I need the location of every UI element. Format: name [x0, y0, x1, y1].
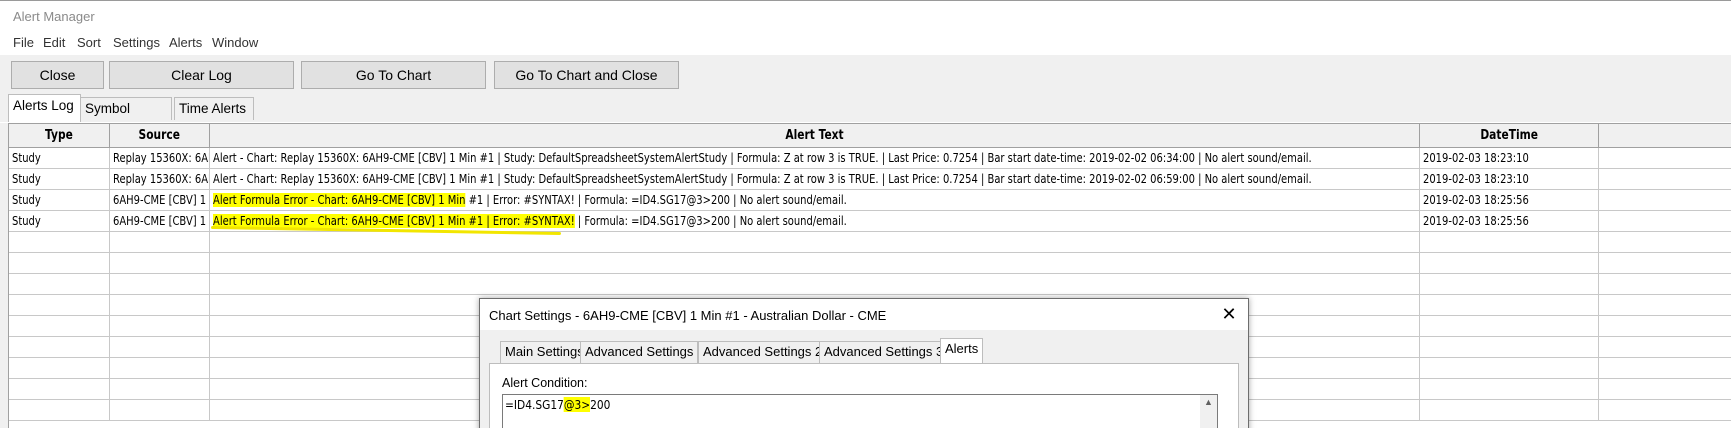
cell-datetime: 2019-02-03 18:23:10	[1420, 148, 1599, 169]
cell-alert-text: Alert - Chart: Replay 15360X: 6AH9-CME […	[210, 169, 1420, 190]
dialog-titlebar: Chart Settings - 6AH9-CME [CBV] 1 Min #1…	[480, 299, 1248, 330]
cell-source: 6AH9-CME [CBV] 1 Min #1	[110, 211, 210, 232]
toolbar: Close Clear Log Go To Chart Go To Chart …	[0, 55, 1731, 91]
close-button[interactable]: Close	[11, 61, 104, 89]
cell-empty	[1599, 211, 1731, 232]
menu-alerts[interactable]: Alerts	[167, 35, 204, 50]
cell-source: Replay 15360X: 6AH9-CME [CBV] 1 Min #1	[110, 169, 210, 190]
cell-source: 6AH9-CME [CBV] 1 Min #1	[110, 190, 210, 211]
alert-condition-input[interactable]: =ID4.SG17@3>200 ▲	[502, 394, 1218, 428]
alert-condition-prefix: =ID4.SG17	[505, 397, 564, 412]
alert-text: Alert - Chart: Replay 15360X: 6AH9-CME […	[213, 172, 1312, 186]
go-to-chart-button[interactable]: Go To Chart	[301, 61, 486, 89]
cell-datetime: 2019-02-03 18:23:10	[1420, 169, 1599, 190]
column-header-empty	[1599, 124, 1731, 148]
alert-text: #1 | Error: #SYNTAX! | Formula: =ID4.SG1…	[465, 193, 847, 207]
tab-alerts-log[interactable]: Alerts Log	[8, 94, 81, 122]
dialog-title: Chart Settings - 6AH9-CME [CBV] 1 Min #1…	[489, 308, 887, 323]
menu-sort[interactable]: Sort	[75, 35, 103, 50]
cell-empty	[1599, 190, 1731, 211]
cell-type: Study	[9, 211, 110, 232]
menu-window[interactable]: Window	[210, 35, 260, 50]
alert-condition-label: Alert Condition:	[502, 376, 588, 390]
table-row[interactable]: Study 6AH9-CME [CBV] 1 Min #1 Alert Form…	[9, 190, 1731, 211]
alert-text-highlighted: Alert Formula Error - Chart: 6AH9-CME [C…	[213, 193, 466, 207]
menu-settings[interactable]: Settings	[111, 35, 162, 50]
window-title: Alert Manager	[13, 9, 95, 24]
alert-text-highlighted: Alert Formula Error - Chart: 6AH9-CME [C…	[213, 214, 575, 228]
tab-symbol-alerts[interactable]: Symbol Alerts	[80, 97, 172, 137]
table-row-empty	[9, 232, 1731, 253]
window-top-border	[0, 0, 1731, 1]
tab-advanced-settings-3[interactable]: Advanced Settings 3	[819, 341, 949, 363]
tab-advanced-settings-2[interactable]: Advanced Settings 2	[698, 341, 828, 363]
alert-condition-suffix: 200	[590, 397, 611, 412]
chart-settings-dialog: Chart Settings - 6AH9-CME [CBV] 1 Min #1…	[479, 298, 1249, 428]
table-row-empty	[9, 253, 1731, 274]
scroll-up-icon[interactable]: ▲	[1204, 397, 1213, 407]
menu-bar: File Edit Sort Settings Alerts Window	[0, 33, 1731, 55]
column-header-type[interactable]: Type	[9, 124, 110, 148]
alert-text: Alert - Chart: Replay 15360X: 6AH9-CME […	[213, 151, 1312, 165]
log-tabs: Alerts Log Symbol Alerts Time Alerts	[0, 91, 1731, 137]
tab-time-alerts[interactable]: Time Alerts	[174, 97, 254, 120]
menu-file[interactable]: File	[11, 35, 36, 50]
table-row-empty	[9, 274, 1731, 295]
cell-type: Study	[9, 148, 110, 169]
close-icon[interactable]: ✕	[1218, 303, 1240, 325]
column-header-alert-text[interactable]: Alert Text	[210, 124, 1420, 148]
cell-datetime: 2019-02-03 18:25:56	[1420, 211, 1599, 232]
tab-advanced-settings[interactable]: Advanced Settings	[580, 341, 699, 363]
window-titlebar: Alert Manager	[0, 0, 1731, 33]
cell-empty	[1599, 169, 1731, 190]
cell-datetime: 2019-02-03 18:25:56	[1420, 190, 1599, 211]
table-row[interactable]: Study Replay 15360X: 6AH9-CME [CBV] 1 Mi…	[9, 148, 1731, 169]
alerts-tab-panel: Alert Condition: =ID4.SG17@3>200 ▲	[489, 363, 1239, 428]
alert-text: | Formula: =ID4.SG17@3>200 | No alert so…	[574, 214, 847, 228]
cell-alert-text: Alert Formula Error - Chart: 6AH9-CME [C…	[210, 190, 1420, 211]
cell-type: Study	[9, 169, 110, 190]
go-to-chart-and-close-button[interactable]: Go To Chart and Close	[494, 61, 679, 89]
column-header-datetime[interactable]: DateTime	[1420, 124, 1599, 148]
tab-alerts[interactable]: Alerts	[940, 338, 984, 363]
menu-edit[interactable]: Edit	[41, 35, 67, 50]
alert-condition-highlight: @3>	[563, 397, 591, 412]
window-left-edge	[0, 123, 8, 428]
alert-condition-scrollbar[interactable]: ▲	[1200, 395, 1217, 428]
cell-type: Study	[9, 190, 110, 211]
table-row[interactable]: Study Replay 15360X: 6AH9-CME [CBV] 1 Mi…	[9, 169, 1731, 190]
tab-main-settings[interactable]: Main Settings	[500, 341, 589, 363]
column-header-source[interactable]: Source	[110, 124, 210, 148]
clear-log-button[interactable]: Clear Log	[109, 61, 294, 89]
cell-empty	[1599, 148, 1731, 169]
cell-source: Replay 15360X: 6AH9-CME [CBV] 1 Min #1	[110, 148, 210, 169]
cell-alert-text: Alert - Chart: Replay 15360X: 6AH9-CME […	[210, 148, 1420, 169]
